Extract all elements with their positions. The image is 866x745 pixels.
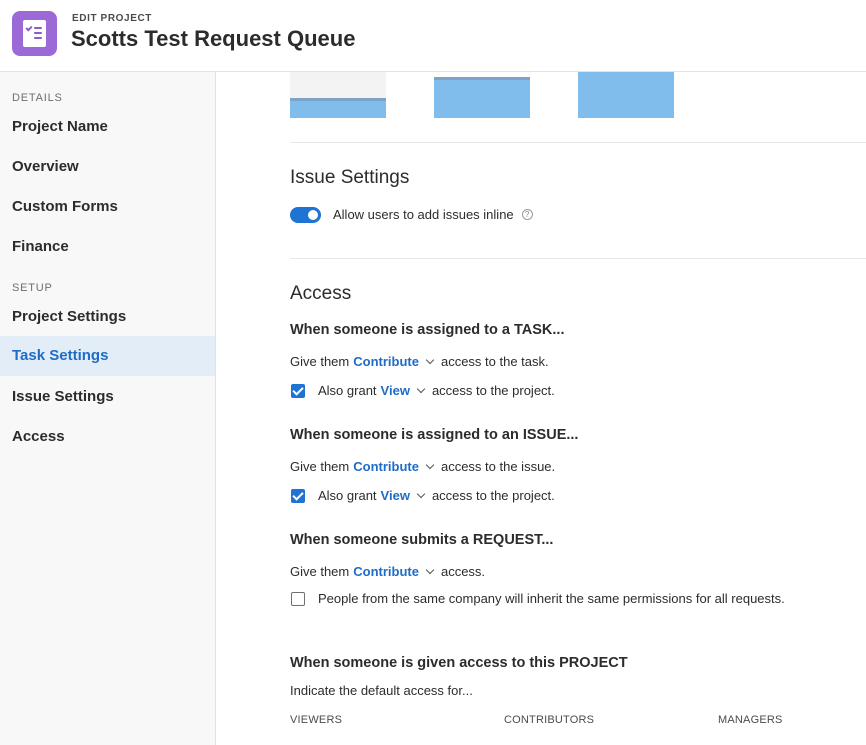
chevron-down-icon[interactable] [416,384,426,394]
sidebar-item-overview[interactable]: Overview [0,147,215,187]
section-divider [290,142,866,143]
sidebar-item-access[interactable]: Access [0,417,215,457]
layout-option-thumbnail[interactable] [290,72,386,118]
sidebar-section-setup: SETUP [12,282,53,294]
header-eyebrow: EDIT PROJECT [72,13,152,24]
task-grant-project-checkbox[interactable] [291,383,305,398]
allow-inline-issues-toggle[interactable] [290,207,321,223]
task-project-access-dropdown[interactable]: View [381,383,410,398]
chevron-down-icon[interactable] [425,355,435,365]
give-them-label: Give them [290,459,350,474]
issue-grant-project-checkbox[interactable] [291,488,305,503]
help-icon[interactable]: ? [521,209,533,220]
sidebar-section-details: DETAILS [12,92,63,104]
managers-column-header: MANAGERS [718,714,783,726]
main-content: Issue Settings Allow users to add issues… [216,72,866,745]
task-grant-suffix: access to the project. [431,383,555,398]
issue-access-row: Give them Contribute access to the issue… [290,459,555,474]
request-access-row: Give them Contribute access. [290,564,485,579]
project-access-heading: When someone is given access to this PRO… [290,655,628,671]
section-divider [290,258,866,259]
sidebar-item-finance[interactable]: Finance [0,227,215,267]
request-access-heading: When someone submits a REQUEST... [290,532,554,548]
sidebar-item-custom-forms[interactable]: Custom Forms [0,187,215,227]
give-them-label: Give them [290,564,350,579]
issue-grant-suffix: access to the project. [431,488,555,503]
access-heading: Access [290,283,352,304]
inherit-permissions-label: People from the same company will inheri… [318,591,785,606]
layout-option-thumbnail[interactable] [578,72,674,118]
sidebar-item-project-settings[interactable]: Project Settings [0,297,215,337]
issue-project-access-dropdown[interactable]: View [381,488,410,503]
issue-grant-row: Also grant View access to the project. [291,488,555,503]
also-grant-label: Also grant [318,488,377,503]
chevron-down-icon[interactable] [425,565,435,575]
task-access-level-dropdown[interactable]: Contribute [353,354,419,369]
issue-access-suffix: access to the issue. [440,459,556,474]
project-access-subtext: Indicate the default access for... [290,683,473,698]
task-access-row: Give them Contribute access to the task. [290,354,549,369]
also-grant-label: Also grant [318,383,377,398]
task-grant-row: Also grant View access to the project. [291,383,555,398]
issue-access-heading: When someone is assigned to an ISSUE... [290,427,579,443]
sidebar: DETAILS Project Name Overview Custom For… [0,72,216,745]
request-inherit-row: People from the same company will inheri… [291,591,785,606]
inherit-permissions-checkbox[interactable] [291,591,305,606]
chevron-down-icon[interactable] [425,460,435,470]
task-access-suffix: access to the task. [440,354,549,369]
issue-settings-heading: Issue Settings [290,167,410,188]
request-access-suffix: access. [440,564,486,579]
page-title: Scotts Test Request Queue [71,26,356,51]
task-access-heading: When someone is assigned to a TASK... [290,322,565,338]
checklist-document-icon [12,11,57,56]
allow-inline-issues-row: Allow users to add issues inline ? [333,207,533,222]
chevron-down-icon[interactable] [416,489,426,499]
page-header: EDIT PROJECT Scotts Test Request Queue [0,0,866,72]
issue-access-level-dropdown[interactable]: Contribute [353,459,419,474]
give-them-label: Give them [290,354,350,369]
sidebar-item-task-settings[interactable]: Task Settings [0,336,215,376]
sidebar-item-issue-settings[interactable]: Issue Settings [0,377,215,417]
request-access-level-dropdown[interactable]: Contribute [353,564,419,579]
layout-option-thumbnail[interactable] [434,72,530,118]
viewers-column-header: VIEWERS [290,714,343,726]
sidebar-item-project-name[interactable]: Project Name [0,107,215,147]
allow-inline-issues-label: Allow users to add issues inline [333,207,514,222]
contributors-column-header: CONTRIBUTORS [504,714,595,726]
